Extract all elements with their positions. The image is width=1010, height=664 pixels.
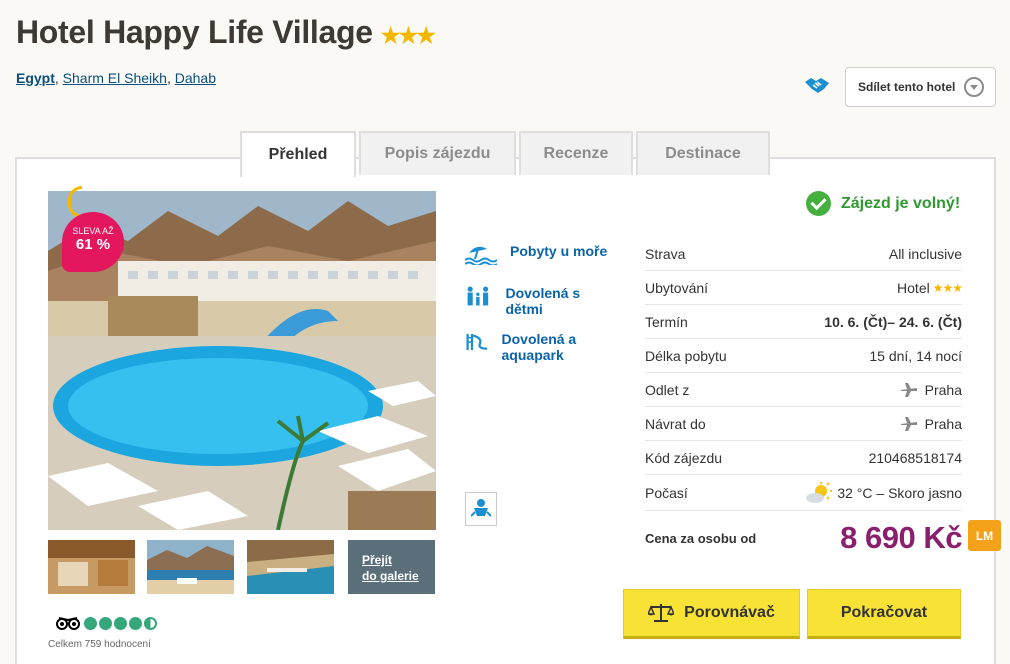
breadcrumb: Egypt, Sharm El Sheikh, Dahab [16,70,216,86]
detail-row: Kód zájezdu 210468518174 [645,441,962,475]
tab-destinace[interactable]: Destinace [636,131,770,175]
detail-row: Ubytování Hotel ★★★ [645,271,963,305]
breadcrumb-dahab[interactable]: Dahab [175,70,216,86]
breadcrumb-egypt[interactable]: Egypt [16,70,55,86]
scales-icon [648,604,675,622]
rating-dot-half [144,616,157,630]
price-row: Cena za osobu od 8 690 Kč [645,520,962,556]
handshake-icon[interactable] [804,73,830,97]
last-minute-badge: LM [968,520,1001,551]
chevron-down-icon [964,77,984,97]
gallery-thumb-3[interactable] [247,540,334,594]
weather-icon [806,481,833,503]
feature-beach[interactable]: Pobyty u moře [465,243,607,265]
detail-row: Délka pobytu 15 dní, 14 nocí [645,339,962,373]
tripadvisor-owl-icon [56,616,80,630]
gallery-link[interactable]: Přejít do galerie [348,540,435,594]
family-icon [467,286,489,306]
share-hotel-button[interactable]: Sdílet tento hotel [845,67,996,107]
gallery-thumb-1[interactable] [48,540,135,594]
gallery-thumb-2[interactable] [147,540,234,594]
hotel-stars: ★★★ [380,23,436,48]
rating-dot [114,616,127,630]
rating-dot [129,616,142,630]
detail-row: Strava All inclusive [645,237,962,271]
feature-aquapark[interactable]: Dovolená a aquapark [465,331,605,363]
rating-dot [99,616,112,630]
hotel-category-stars: ★★★ [932,280,963,295]
waterslide-icon [466,333,488,351]
hotel-title: Hotel Happy Life Village ★★★ [16,14,436,50]
rating-count: Celkem 759 hodnocení [48,639,151,650]
baby-friendly-icon[interactable] [465,492,497,526]
detail-row: Návrat do Praha [645,407,962,441]
price-value: 8 690 Kč [840,520,962,555]
tab-bar: Přehled Popis zájezdu Recenze Destinace [240,131,773,177]
tripadvisor-rating[interactable] [56,616,159,630]
check-icon [806,191,831,216]
tab-prehled[interactable]: Přehled [240,131,356,177]
price-label: Cena za osobu od [645,530,757,546]
detail-row: Počasí 32 °C – Skoro jasno [645,475,962,511]
discount-badge: SLEVA AŽ 61 % [62,212,124,272]
detail-row: Odlet z Praha [645,373,962,407]
rating-dot [84,616,97,630]
detail-row: Termín 10. 6. (Čt)– 24. 6. (Čt) [645,305,962,339]
plane-icon [900,416,917,431]
plane-icon [900,382,917,397]
continue-button[interactable]: Pokračovat [807,589,961,639]
beach-icon [465,246,497,265]
breadcrumb-sharm[interactable]: Sharm El Sheikh [63,70,167,86]
feature-family[interactable]: Dovolená s dětmi [465,285,605,317]
availability-status: Zájezd je volný! [806,191,960,216]
trip-details: Strava All inclusive Ubytování Hotel ★★★ … [645,237,963,511]
tab-recenze[interactable]: Recenze [519,131,633,175]
compare-button[interactable]: Porovnávač [623,589,800,639]
tab-popis-zajezdu[interactable]: Popis zájezdu [359,131,516,175]
